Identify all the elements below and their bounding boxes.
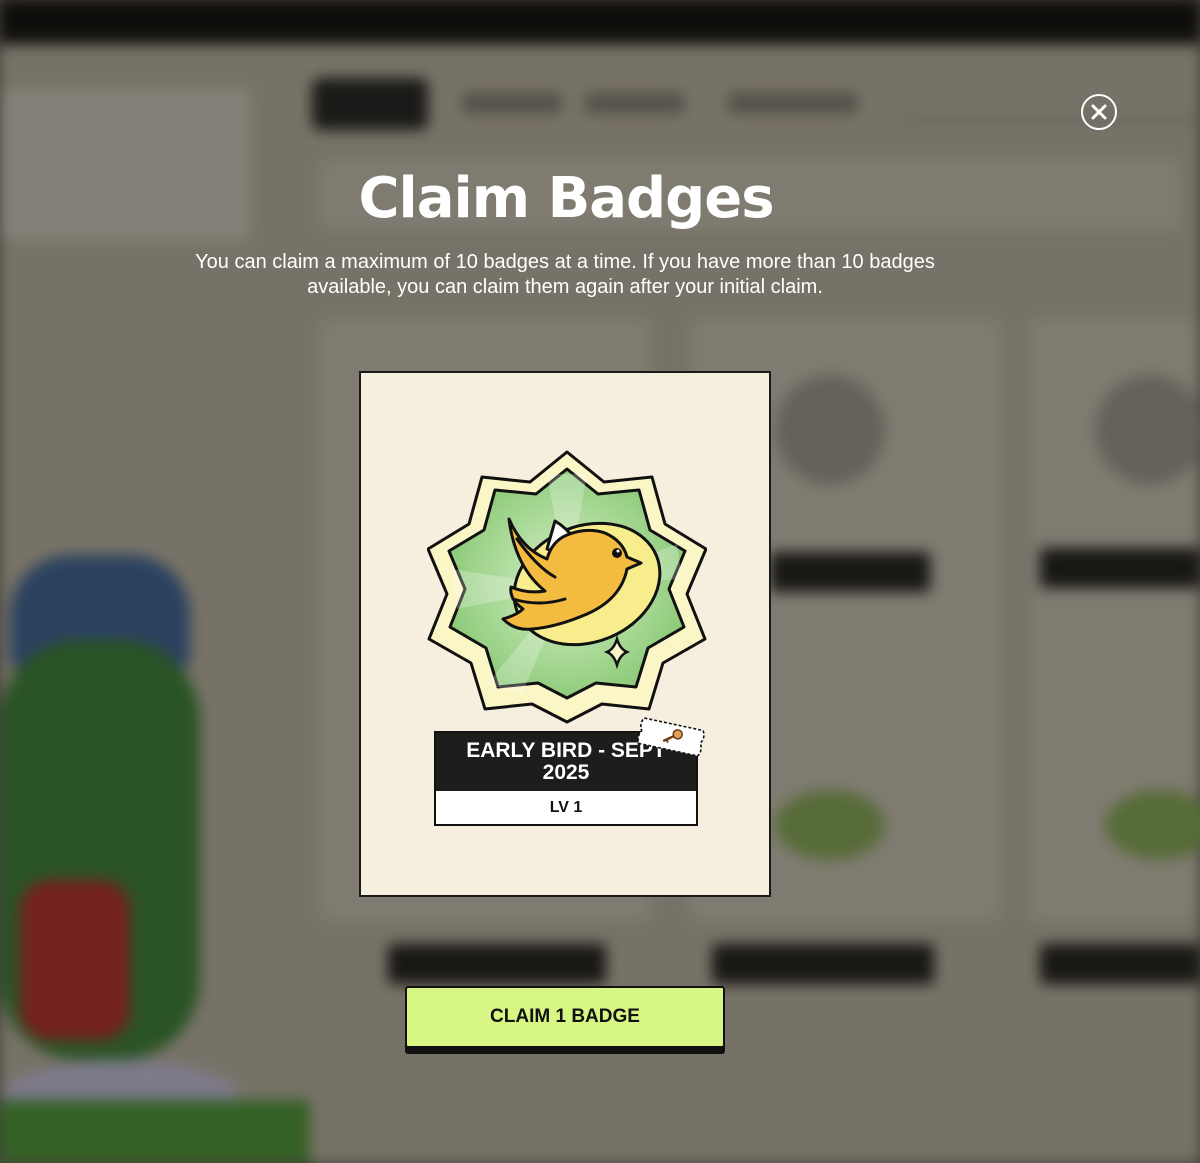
badge-level: LV 1 bbox=[549, 798, 583, 816]
modal-title: Claim Badges bbox=[358, 166, 774, 231]
close-icon bbox=[1091, 104, 1107, 120]
bird-badge-icon bbox=[427, 450, 707, 724]
modal-subtitle: You can claim a maximum of 10 badges at … bbox=[195, 251, 935, 298]
claim-badge-button[interactable]: CLAIM 1 BADGE bbox=[405, 986, 725, 1048]
badge-card[interactable]: EARLY BIRD - SEPT 2025 LV 1 bbox=[359, 371, 771, 897]
close-button[interactable] bbox=[1081, 94, 1117, 130]
key-ticket-icon bbox=[637, 717, 705, 757]
